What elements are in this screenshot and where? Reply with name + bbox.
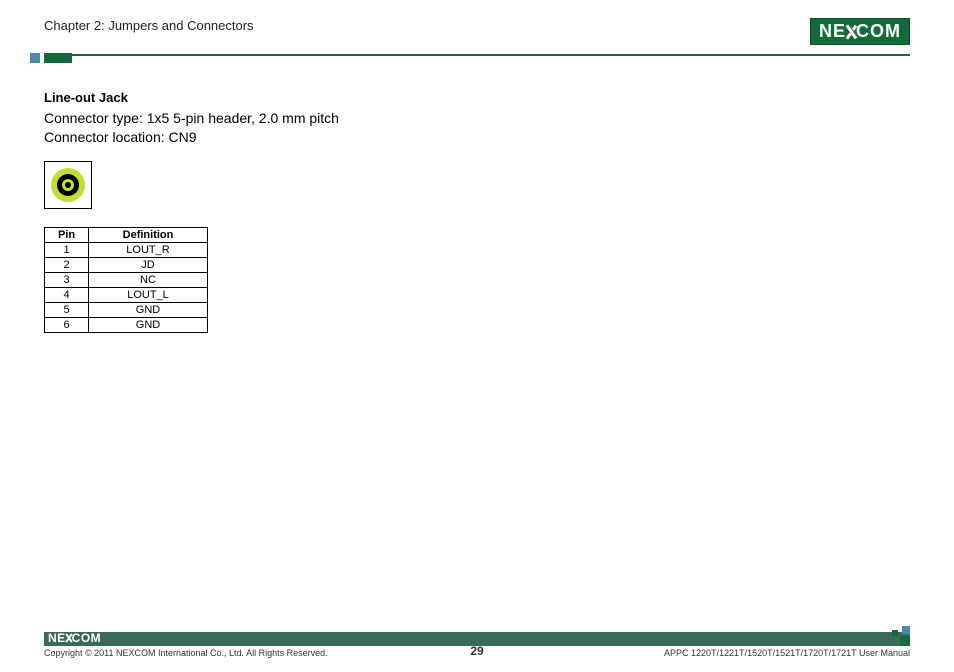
table-header-row: Pin Definition	[45, 227, 208, 242]
table-row: 5GND	[45, 302, 208, 317]
brand-text-left: NE	[819, 21, 846, 42]
footer-brand-right: COM	[72, 631, 102, 645]
jack-outer-ring-icon	[51, 168, 85, 202]
table-row: 6GND	[45, 317, 208, 332]
header-rule	[44, 54, 910, 56]
page-header: Chapter 2: Jumpers and Connectors NE COM	[44, 18, 910, 50]
jack-black-ring-icon	[57, 174, 79, 196]
cell-pin: 4	[45, 287, 89, 302]
table-row: 2JD	[45, 257, 208, 272]
page-number: 29	[470, 644, 483, 658]
manual-title: APPC 1220T/1221T/1520T/1521T/1720T/1721T…	[664, 648, 910, 658]
cell-pin: 5	[45, 302, 89, 317]
footer-text-line: Copyright © 2011 NEXCOM International Co…	[44, 648, 910, 658]
content-area: Line-out Jack Connector type: 1x5 5-pin …	[44, 56, 910, 333]
brand-logo: NE COM	[810, 18, 910, 45]
jack-green-dot-icon	[62, 179, 74, 191]
cell-def: NC	[89, 272, 208, 287]
page-footer: NE COM Copyright © 2011 NEXCOM Internati…	[44, 632, 910, 658]
brand-x-icon	[843, 24, 859, 40]
header-pin: Pin	[45, 227, 89, 242]
cell-pin: 3	[45, 272, 89, 287]
cell-def: LOUT_R	[89, 242, 208, 257]
footer-decoration-icon	[888, 632, 910, 646]
connector-location: Connector location: CN9	[44, 128, 910, 147]
lineout-jack-diagram	[44, 161, 92, 209]
cell-pin: 6	[45, 317, 89, 332]
connector-type: Connector type: 1x5 5-pin header, 2.0 mm…	[44, 109, 910, 128]
cell-def: GND	[89, 317, 208, 332]
section-title: Line-out Jack	[44, 90, 910, 105]
page: Chapter 2: Jumpers and Connectors NE COM…	[0, 0, 954, 672]
footer-brand-x-icon	[64, 633, 74, 643]
cell-pin: 2	[45, 257, 89, 272]
cell-def: GND	[89, 302, 208, 317]
chapter-title: Chapter 2: Jumpers and Connectors	[44, 18, 254, 33]
cell-pin: 1	[45, 242, 89, 257]
header-definition: Definition	[89, 227, 208, 242]
table-row: 1LOUT_R	[45, 242, 208, 257]
table-row: 4LOUT_L	[45, 287, 208, 302]
footer-brand-logo: NE COM	[48, 631, 101, 645]
jack-center-hole-icon	[65, 182, 71, 188]
cell-def: LOUT_L	[89, 287, 208, 302]
cell-def: JD	[89, 257, 208, 272]
copyright-text: Copyright © 2011 NEXCOM International Co…	[44, 648, 328, 658]
pin-definition-table: Pin Definition 1LOUT_R 2JD 3NC 4LOUT_L 5…	[44, 227, 208, 333]
brand-text-right: COM	[856, 21, 901, 42]
table-row: 3NC	[45, 272, 208, 287]
